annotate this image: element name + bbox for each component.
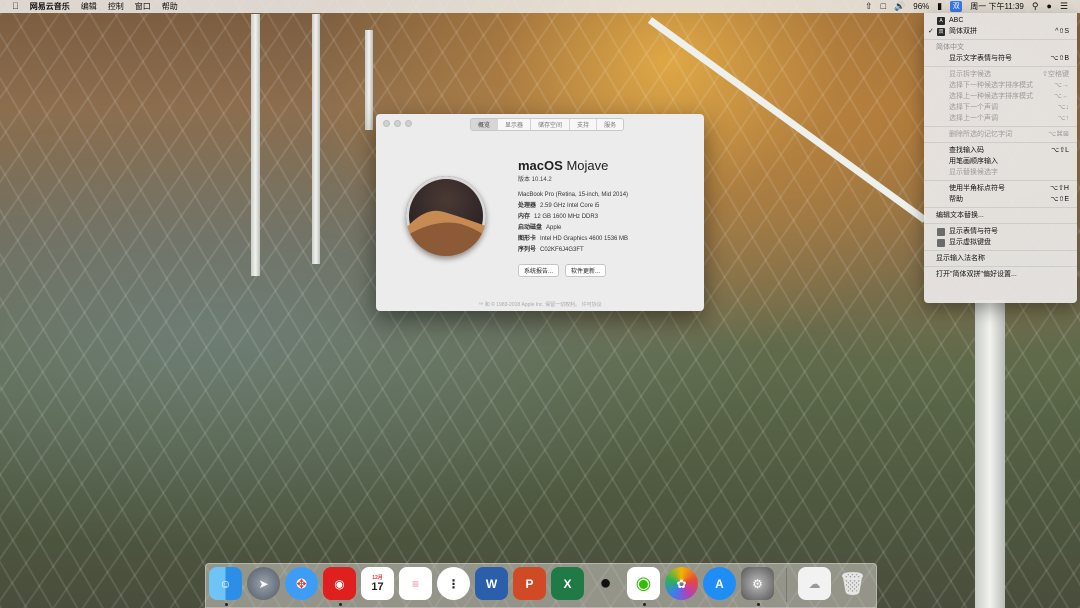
menu-edit[interactable]: 编辑 — [81, 1, 97, 12]
keyboard-viewer-icon — [937, 239, 945, 247]
notification-center-icon[interactable]: ☰ — [1060, 0, 1068, 13]
running-indicator — [339, 603, 342, 606]
menu-help[interactable]: 帮助 — [162, 1, 178, 12]
tab-support[interactable]: 支持 — [570, 119, 598, 130]
menu-item[interactable]: 显示文字表情与符号 ⌥⇧B — [924, 53, 1077, 64]
open-ime-preferences[interactable]: 打开"简体双拼"偏好设置... — [924, 269, 1077, 280]
wifi-icon[interactable]: ⇧ — [865, 0, 873, 13]
source-shuangpin[interactable]: ✓ 双 简体双拼 ^⇧S — [924, 26, 1077, 37]
baidu-netdisk-icon[interactable]: ⋮ — [437, 567, 470, 600]
tab-service[interactable]: 服务 — [597, 119, 624, 130]
source-abc[interactable]: A ABC — [924, 15, 1077, 26]
show-virtual-keyboard[interactable]: 显示虚拟键盘 — [924, 237, 1077, 248]
window-titlebar: 概览 显示器 储存空间 支持 服务 — [376, 114, 704, 132]
tab-overview[interactable]: 概览 — [471, 119, 499, 130]
abc-icon: A — [937, 17, 945, 25]
menu-item: 选择下一种候选字排序模式 ⌥→ — [949, 82, 1069, 89]
menu-item[interactable]: 用笔画顺序输入 — [924, 156, 1077, 167]
menu-item: 选择下一个声调 ⌥↓ — [949, 104, 1069, 111]
menu-window[interactable]: 窗口 — [135, 1, 151, 12]
excel-icon[interactable]: X — [551, 567, 584, 600]
running-indicator — [643, 603, 646, 606]
finder-icon[interactable]: ☺ — [209, 567, 242, 600]
spec-memory: 内存 12 GB 1600 MHz DDR3 — [518, 214, 599, 220]
menu-item[interactable]: 帮助 ⌥⇧E — [924, 194, 1077, 205]
menu-control[interactable]: 控制 — [108, 1, 124, 12]
about-this-mac-window: 概览 显示器 储存空间 支持 服务 macOS Mojave 版本 10.14.… — [376, 114, 704, 311]
goal-post-center — [365, 30, 373, 130]
about-tabs: 概览 显示器 储存空间 支持 服务 — [470, 118, 625, 131]
menu-item: 选择上一个声调 ⌥↑ — [949, 115, 1069, 122]
minimize-button[interactable] — [394, 119, 401, 127]
menu-item: 显示拆字候选 ⇧空格键 — [949, 71, 1069, 78]
word-icon[interactable]: W — [475, 567, 508, 600]
zoom-button[interactable] — [405, 119, 412, 127]
goal-post-mid — [312, 14, 320, 264]
siri-icon[interactable]: ● — [1046, 0, 1051, 13]
macos-mojave-logo — [406, 176, 486, 256]
edit-text-replacement[interactable]: 编辑文本替换... — [924, 210, 1077, 221]
software-update-button[interactable]: 软件更新... — [565, 264, 607, 277]
os-name: macOS Mojave — [518, 158, 609, 173]
show-ime-name[interactable]: 显示输入法名称 — [924, 253, 1077, 264]
checkmark-icon: ✓ — [928, 28, 934, 35]
volume-icon[interactable]: 🔊 — [894, 0, 905, 13]
running-indicator — [757, 603, 760, 606]
menu-item: 显示替换候选字 — [949, 169, 998, 176]
show-emoji-symbols[interactable]: 显示表情与符号 — [924, 226, 1077, 237]
spec-graphics: 图形卡 Intel HD Graphics 4600 1536 MB — [518, 236, 629, 242]
copyright-footer: ™ 和 © 1983-2018 Apple Inc. 保留一切权利。 许可协议 — [478, 302, 602, 308]
close-button[interactable] — [383, 119, 390, 127]
menu-item: 选择上一种候选字排序模式 ⌥← — [949, 93, 1069, 100]
wechat-icon[interactable]: ◉ — [627, 567, 660, 600]
model-name: MacBook Pro (Retina, 15-inch, Mid 2014) — [518, 192, 629, 198]
os-version: 版本 10.14.2 — [518, 177, 552, 183]
app-menu[interactable]: 网易云音乐 — [30, 1, 70, 12]
spotlight-icon[interactable]: ⚲ — [1032, 0, 1039, 13]
spec-startup-disk: 启动磁盘 Apple — [518, 225, 562, 231]
spec-serial: 序列号 C02KF6J4G3FT — [518, 247, 584, 253]
calendar-icon[interactable]: 12月 17 — [361, 567, 394, 600]
trash-icon[interactable]: 🗑 — [836, 567, 869, 600]
powerpoint-icon[interactable]: P — [513, 567, 546, 600]
menu-bar:  网易云音乐 编辑 控制 窗口 帮助 ⇧ □ 🔊 96% ▮ 双 周一 下午1… — [0, 0, 1080, 13]
safari-icon[interactable]: ✥ — [285, 567, 318, 600]
qq-icon[interactable]: ● — [589, 567, 622, 600]
input-method-menu: A ABC ✓ 双 简体双拼 ^⇧S 简体中文 显示文字表情与符号 ⌥⇧B 显示拆… — [924, 13, 1077, 303]
menu-item[interactable]: 查找输入码 ⌥⇧L — [924, 145, 1077, 156]
battery-percent[interactable]: 96% — [913, 2, 929, 11]
photos-icon[interactable]: ✿ — [665, 567, 698, 600]
system-info: macOS Mojave 版本 10.14.2 MacBook Pro (Ret… — [518, 158, 628, 277]
section-header: 简体中文 — [936, 44, 964, 51]
battery-icon[interactable]: ▮ — [937, 0, 942, 13]
shuangpin-icon: 双 — [937, 28, 945, 36]
emoji-viewer-icon — [937, 228, 945, 236]
running-indicator — [225, 603, 228, 606]
airplay-icon[interactable]: □ — [881, 0, 886, 13]
menu-item: 删除所选的记忆字词 ⌥⌘⊠ — [949, 131, 1069, 138]
goal-post-right — [975, 300, 1005, 608]
tab-storage[interactable]: 储存空间 — [531, 119, 571, 130]
apple-menu-icon[interactable]:  — [12, 0, 19, 13]
app-store-icon[interactable]: A — [703, 567, 736, 600]
dock-separator — [786, 568, 787, 602]
input-method-icon[interactable]: 双 — [950, 1, 963, 12]
tab-displays[interactable]: 显示器 — [498, 119, 532, 130]
menubar-clock[interactable]: 周一 下午11:39 — [970, 1, 1024, 12]
goal-post-left — [251, 14, 260, 276]
launchpad-icon[interactable]: ➤ — [247, 567, 280, 600]
netease-music-icon[interactable]: ◉ — [323, 567, 356, 600]
spec-processor: 处理器 2.59 GHz Intel Core i5 — [518, 203, 600, 209]
system-report-button[interactable]: 系统报告... — [518, 264, 560, 277]
downloads-stack-icon[interactable]: ☁ — [798, 567, 831, 600]
system-preferences-icon[interactable]: ⚙ — [741, 567, 774, 600]
reminders-icon[interactable]: ≡ — [399, 567, 432, 600]
menu-item[interactable]: 使用半角标点符号 ⌥⇧H — [924, 183, 1077, 194]
